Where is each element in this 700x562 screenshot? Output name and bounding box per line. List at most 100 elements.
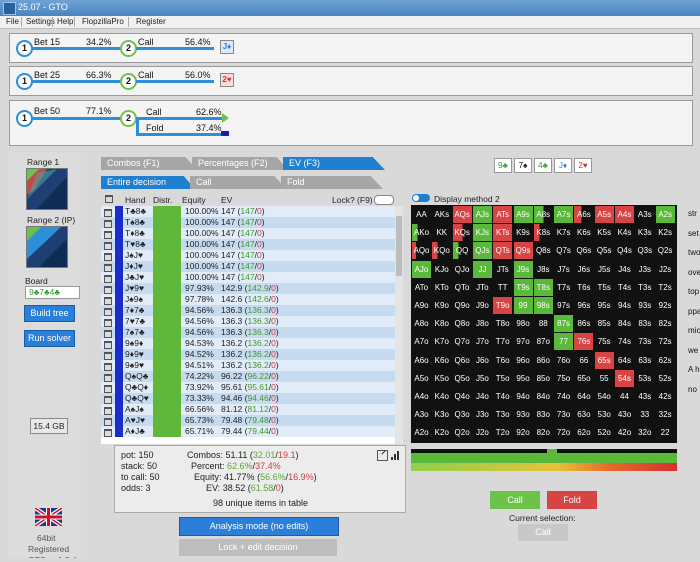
lock-icon[interactable] bbox=[104, 231, 112, 239]
grid-cell[interactable]: 92o bbox=[514, 424, 533, 441]
table-scrollbar[interactable] bbox=[395, 206, 403, 444]
grid-cell[interactable]: AJs bbox=[472, 206, 492, 223]
grid-cell[interactable]: 77 bbox=[554, 333, 574, 351]
grid-cell[interactable]: A5s bbox=[594, 206, 614, 223]
call-button[interactable]: Call bbox=[490, 491, 540, 509]
grid-cell[interactable]: Q3o bbox=[453, 406, 472, 423]
tab-ev[interactable]: EV (F3) bbox=[283, 157, 385, 170]
table-row[interactable]: Q♣Q♥ 73.33% 94.46 (94.46/0) bbox=[101, 393, 399, 404]
grid-cell[interactable]: A3s bbox=[635, 206, 654, 223]
grid-cell[interactable]: 87o bbox=[534, 333, 553, 350]
run-solver-button[interactable]: Run solver bbox=[24, 330, 75, 347]
flag-uk-icon[interactable] bbox=[33, 506, 64, 528]
grid-cell[interactable]: 66 bbox=[574, 352, 593, 369]
grid-cell[interactable]: 93s bbox=[635, 297, 654, 314]
grid-cell[interactable]: 64s bbox=[615, 352, 634, 369]
table-row[interactable]: 9♠9♦ 94.53% 136.2 (136.2/0) bbox=[101, 338, 399, 349]
grid-cell[interactable]: 73o bbox=[554, 406, 573, 423]
grid-cell[interactable]: Q8o bbox=[453, 315, 472, 332]
grid-cell[interactable]: K5o bbox=[432, 370, 451, 387]
grid-cell[interactable]: QTs bbox=[493, 242, 513, 260]
node-2[interactable]: 2 bbox=[120, 40, 137, 57]
tab-percentages[interactable]: Percentages (F2) bbox=[192, 157, 288, 170]
grid-cell[interactable]: A8o bbox=[412, 315, 431, 332]
grid-cell[interactable]: J9o bbox=[473, 297, 492, 314]
grid-cell[interactable]: KJs bbox=[472, 224, 492, 242]
lock-edit-button[interactable]: Lock + edit decision bbox=[179, 539, 337, 556]
table-row[interactable]: Q♣Q♦ 73.92% 95.61 (95.61/0) bbox=[101, 382, 399, 393]
grid-cell[interactable]: 76o bbox=[554, 352, 573, 369]
grid-cell[interactable]: ATo bbox=[412, 279, 431, 296]
table-row[interactable]: 9♠9♥ 94.51% 136.2 (136.2/0) bbox=[101, 360, 399, 371]
table-row[interactable]: T♠8♣ 100.00% 147 (147/0) bbox=[101, 217, 399, 228]
grid-cell[interactable]: Q5o bbox=[453, 370, 472, 387]
grid-cell[interactable]: A9s bbox=[513, 206, 533, 223]
grid-cell[interactable]: AJo bbox=[412, 260, 431, 278]
grid-cell[interactable]: K3o bbox=[432, 406, 451, 423]
grid-cell[interactable]: 97o bbox=[514, 333, 533, 350]
grid-cell[interactable]: Q7s bbox=[554, 242, 573, 259]
grid-cell[interactable]: A4s bbox=[615, 206, 634, 223]
node-1[interactable]: 1 bbox=[16, 40, 33, 57]
grid-cell[interactable]: 32o bbox=[635, 424, 654, 441]
grid-cell[interactable]: A5o bbox=[412, 370, 431, 387]
build-tree-button[interactable]: Build tree bbox=[24, 305, 75, 322]
grid-cell[interactable]: KJo bbox=[432, 261, 451, 278]
grid-cell[interactable]: 62o bbox=[574, 424, 593, 441]
range-oop-grid[interactable] bbox=[26, 168, 68, 210]
grid-cell[interactable]: 85s bbox=[595, 315, 614, 332]
grid-cell[interactable]: J2s bbox=[656, 261, 675, 278]
grid-cell[interactable]: T9s bbox=[513, 278, 533, 296]
grid-cell[interactable]: J4o bbox=[473, 388, 492, 405]
lock-icon[interactable] bbox=[104, 264, 112, 272]
grid-cell[interactable]: K4o bbox=[432, 388, 451, 405]
grid-cell[interactable]: A9o bbox=[412, 297, 431, 314]
table-row[interactable]: J♣J♥ 100.00% 147 (147/0) bbox=[101, 272, 399, 283]
grid-cell[interactable]: J3o bbox=[473, 406, 492, 423]
grid-cell[interactable]: A6o bbox=[412, 352, 431, 369]
grid-cell[interactable]: K2o bbox=[432, 424, 451, 441]
col-equity[interactable]: Equity bbox=[182, 195, 206, 205]
grid-cell[interactable]: T7o bbox=[493, 333, 512, 350]
grid-cell[interactable]: K4s bbox=[615, 224, 634, 241]
grid-cell[interactable]: 74o bbox=[554, 388, 573, 405]
grid-cell[interactable]: J3s bbox=[635, 261, 654, 278]
grid-cell[interactable]: 43s bbox=[635, 388, 654, 405]
grid-cell[interactable]: T8o bbox=[493, 315, 512, 332]
grid-cell[interactable]: A8s bbox=[533, 206, 553, 223]
menu-settings[interactable]: Settings bbox=[26, 17, 55, 26]
grid-cell[interactable]: 83o bbox=[534, 406, 553, 423]
grid-cell[interactable]: J8o bbox=[473, 315, 492, 332]
grid-cell[interactable]: Q7o bbox=[453, 333, 472, 350]
grid-cell[interactable]: 84o bbox=[534, 388, 553, 405]
grid-cell[interactable]: 54s bbox=[615, 369, 634, 387]
grid-cell[interactable]: AKo bbox=[412, 224, 431, 242]
grid-cell[interactable]: T9o bbox=[493, 297, 513, 314]
grid-cell[interactable]: A2s bbox=[655, 206, 675, 223]
grid-cell[interactable]: KQs bbox=[452, 224, 472, 242]
table-row[interactable]: A♦J♣ 65.71% 79.44 (79.44/0) bbox=[101, 426, 399, 437]
grid-cell[interactable]: A4o bbox=[412, 388, 431, 405]
grid-cell[interactable]: JTo bbox=[473, 279, 492, 296]
grid-cell[interactable]: Q4s bbox=[615, 242, 634, 259]
grid-cell[interactable]: A2o bbox=[412, 424, 431, 441]
grid-cell[interactable]: 95o bbox=[514, 370, 533, 387]
table-row[interactable]: T♦8♣ 100.00% 147 (147/0) bbox=[101, 228, 399, 239]
grid-cell[interactable]: 54o bbox=[595, 388, 614, 405]
lock-icon[interactable] bbox=[104, 209, 112, 217]
grid-cell[interactable]: 52o bbox=[595, 424, 614, 441]
grid-cell[interactable]: ATs bbox=[493, 206, 513, 223]
grid-cell[interactable]: 55 bbox=[595, 370, 614, 387]
grid-cell[interactable]: T3o bbox=[493, 406, 512, 423]
table-row[interactable]: J♦J♥ 100.00% 147 (147/0) bbox=[101, 261, 399, 272]
menu-file[interactable]: File bbox=[6, 17, 19, 26]
lock-icon[interactable] bbox=[104, 374, 112, 382]
table-row[interactable]: T♥8♣ 100.00% 147 (147/0) bbox=[101, 239, 399, 250]
menu-flopzillapro[interactable]: FlopzillaPro bbox=[82, 17, 124, 26]
grid-cell[interactable]: 96o bbox=[514, 352, 533, 369]
grid-cell[interactable]: K8s bbox=[533, 224, 553, 242]
current-selection-value[interactable]: Call bbox=[518, 524, 568, 541]
lock-icon[interactable] bbox=[104, 385, 112, 393]
grid-cell[interactable]: J8s bbox=[534, 261, 553, 278]
grid-cell[interactable]: 44 bbox=[615, 388, 634, 405]
